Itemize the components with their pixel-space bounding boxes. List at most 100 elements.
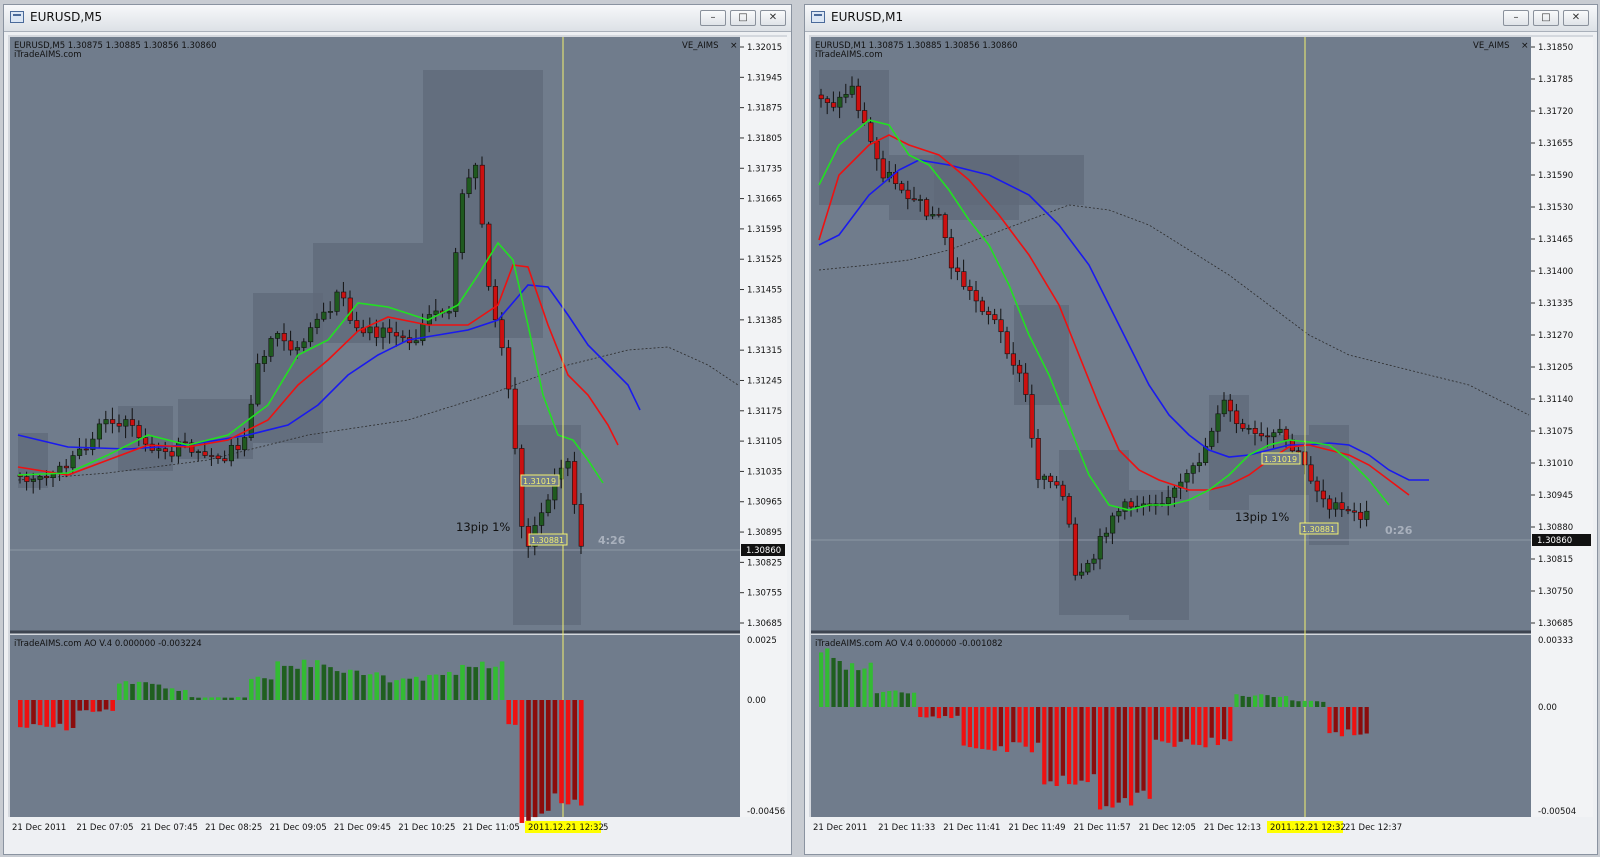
ao-bar: [189, 697, 195, 700]
ao-bar: [1042, 707, 1047, 785]
candle-body: [176, 441, 182, 457]
candle-body: [70, 455, 76, 469]
indicator-close-icon: ×: [1521, 41, 1529, 51]
candle-body: [341, 291, 347, 299]
close-icon: ✕: [768, 12, 778, 23]
candle-body: [1345, 509, 1351, 512]
candle-body: [1048, 475, 1054, 482]
candle-body: [1072, 523, 1079, 576]
ao-bar: [103, 700, 109, 710]
chart-window-m1[interactable]: EURUSD,M1 – □ ✕ 1.31850 1.31785 1.31720 1.3…: [804, 4, 1598, 855]
time-tick-label: 21 Dec 09:05: [270, 823, 327, 833]
ao-bar: [229, 697, 234, 700]
price-chart-svg[interactable]: 1.32015 1.31945 1.31875 1.31805 1.31735 1.316…: [8, 35, 787, 852]
candle-body: [967, 286, 973, 291]
bar-timer: 0:26: [1385, 524, 1413, 537]
candle-body: [992, 314, 998, 321]
maximize-button[interactable]: □: [730, 10, 756, 26]
candle-body: [1196, 462, 1203, 466]
session-box: [934, 155, 1084, 205]
price-tick-label: 1.31525: [747, 255, 782, 265]
ao-bar: [334, 671, 340, 700]
ao-bar: [856, 670, 861, 707]
candle-body: [1110, 515, 1116, 534]
ao-bar: [123, 681, 129, 700]
chart-area[interactable]: 1.31850 1.31785 1.31720 1.31655 1.31590 1.315…: [809, 35, 1593, 856]
time-tick-label: 21 Dec 11:05: [463, 823, 520, 833]
price-tick-label: 1.31075: [1538, 427, 1573, 437]
ao-bar: [387, 682, 393, 700]
candle-body: [1023, 372, 1029, 395]
time-tick-label: 21 Dec 08:25: [205, 823, 262, 833]
time-tick-label: 21 Dec 07:45: [141, 823, 198, 833]
ao-bar: [156, 684, 162, 700]
ao-bar: [874, 693, 879, 707]
window-titlebar[interactable]: EURUSD,M1 – □ ✕: [805, 5, 1597, 32]
window-titlebar[interactable]: EURUSD,M5 – □ ✕: [4, 5, 791, 32]
candle-body: [354, 320, 360, 329]
ao-bar: [493, 666, 498, 700]
candle-body: [979, 300, 985, 312]
candle-body: [899, 183, 905, 191]
candle-body: [1172, 487, 1178, 498]
candle-body: [400, 335, 406, 338]
ao-bar: [1234, 694, 1239, 707]
minimize-button[interactable]: –: [700, 10, 726, 26]
candle-body: [998, 319, 1004, 333]
minimize-button[interactable]: –: [1503, 10, 1529, 26]
ao-bar: [301, 659, 307, 700]
time-tick-label: 21 Dec 10:25: [398, 823, 455, 833]
time-tick-label: 21 Dec 11:33: [878, 823, 935, 833]
minimize-icon: –: [710, 12, 716, 23]
price-tick-label: 1.30755: [747, 589, 782, 599]
ao-bar: [967, 707, 972, 748]
candle-body: [1252, 428, 1258, 434]
price-tick-label: 1.31010: [1538, 459, 1573, 469]
close-button[interactable]: ✕: [760, 10, 786, 26]
ao-bar: [1060, 707, 1065, 776]
ao-panel: [10, 635, 740, 817]
ao-bar: [843, 669, 848, 707]
chart-area[interactable]: 1.32015 1.31945 1.31875 1.31805 1.31735 1.316…: [8, 35, 787, 856]
candle-body: [961, 271, 967, 287]
ao-bar: [862, 668, 867, 707]
ao-bar: [837, 661, 842, 707]
ao-bar: [955, 707, 960, 716]
current-price-label: 1.30860: [746, 546, 781, 556]
candle-body: [1103, 532, 1110, 537]
ao-bar: [930, 707, 935, 717]
ao-bar: [163, 688, 168, 700]
price-tick-label: 1.30750: [1538, 587, 1573, 597]
ao-bar: [1346, 707, 1351, 730]
candle-body: [862, 110, 868, 124]
ao-bar: [1160, 707, 1165, 742]
candle-body: [433, 310, 439, 315]
candle-body: [986, 311, 992, 315]
time-tick-label: 21 Dec 11:41: [943, 823, 1000, 833]
price-tick-label: 1.31035: [747, 467, 782, 477]
candle-body: [123, 419, 129, 427]
candle-body: [275, 333, 281, 339]
candle-body: [162, 448, 168, 452]
ao-bar: [427, 674, 432, 700]
candle-body: [1351, 510, 1358, 513]
time-tick-label: 21 Dec 11:49: [1008, 823, 1065, 833]
price-chart-svg[interactable]: 1.31850 1.31785 1.31720 1.31655 1.31590 1.315…: [809, 35, 1593, 852]
close-button[interactable]: ✕: [1563, 10, 1589, 26]
ao-bar: [532, 700, 538, 818]
ao-bar: [899, 692, 904, 707]
ao-bar: [222, 697, 228, 700]
level-low-label: 1.30881: [531, 536, 564, 545]
ao-bar: [447, 671, 452, 700]
ao-bar: [367, 674, 373, 700]
time-tick-label: 21 Dec 12:05: [1139, 823, 1196, 833]
candle-body: [973, 290, 979, 302]
chart-window-m5[interactable]: EURUSD,M5 – □ ✕ 1.32015 1.31945 1.31875 1.3…: [3, 4, 792, 855]
ao-bar: [924, 707, 929, 718]
candle-body: [545, 499, 551, 514]
maximize-button[interactable]: □: [1533, 10, 1559, 26]
ao-bar: [400, 678, 406, 700]
ao-bar: [262, 678, 267, 700]
candle-body: [215, 455, 221, 459]
candle-body: [413, 340, 419, 344]
